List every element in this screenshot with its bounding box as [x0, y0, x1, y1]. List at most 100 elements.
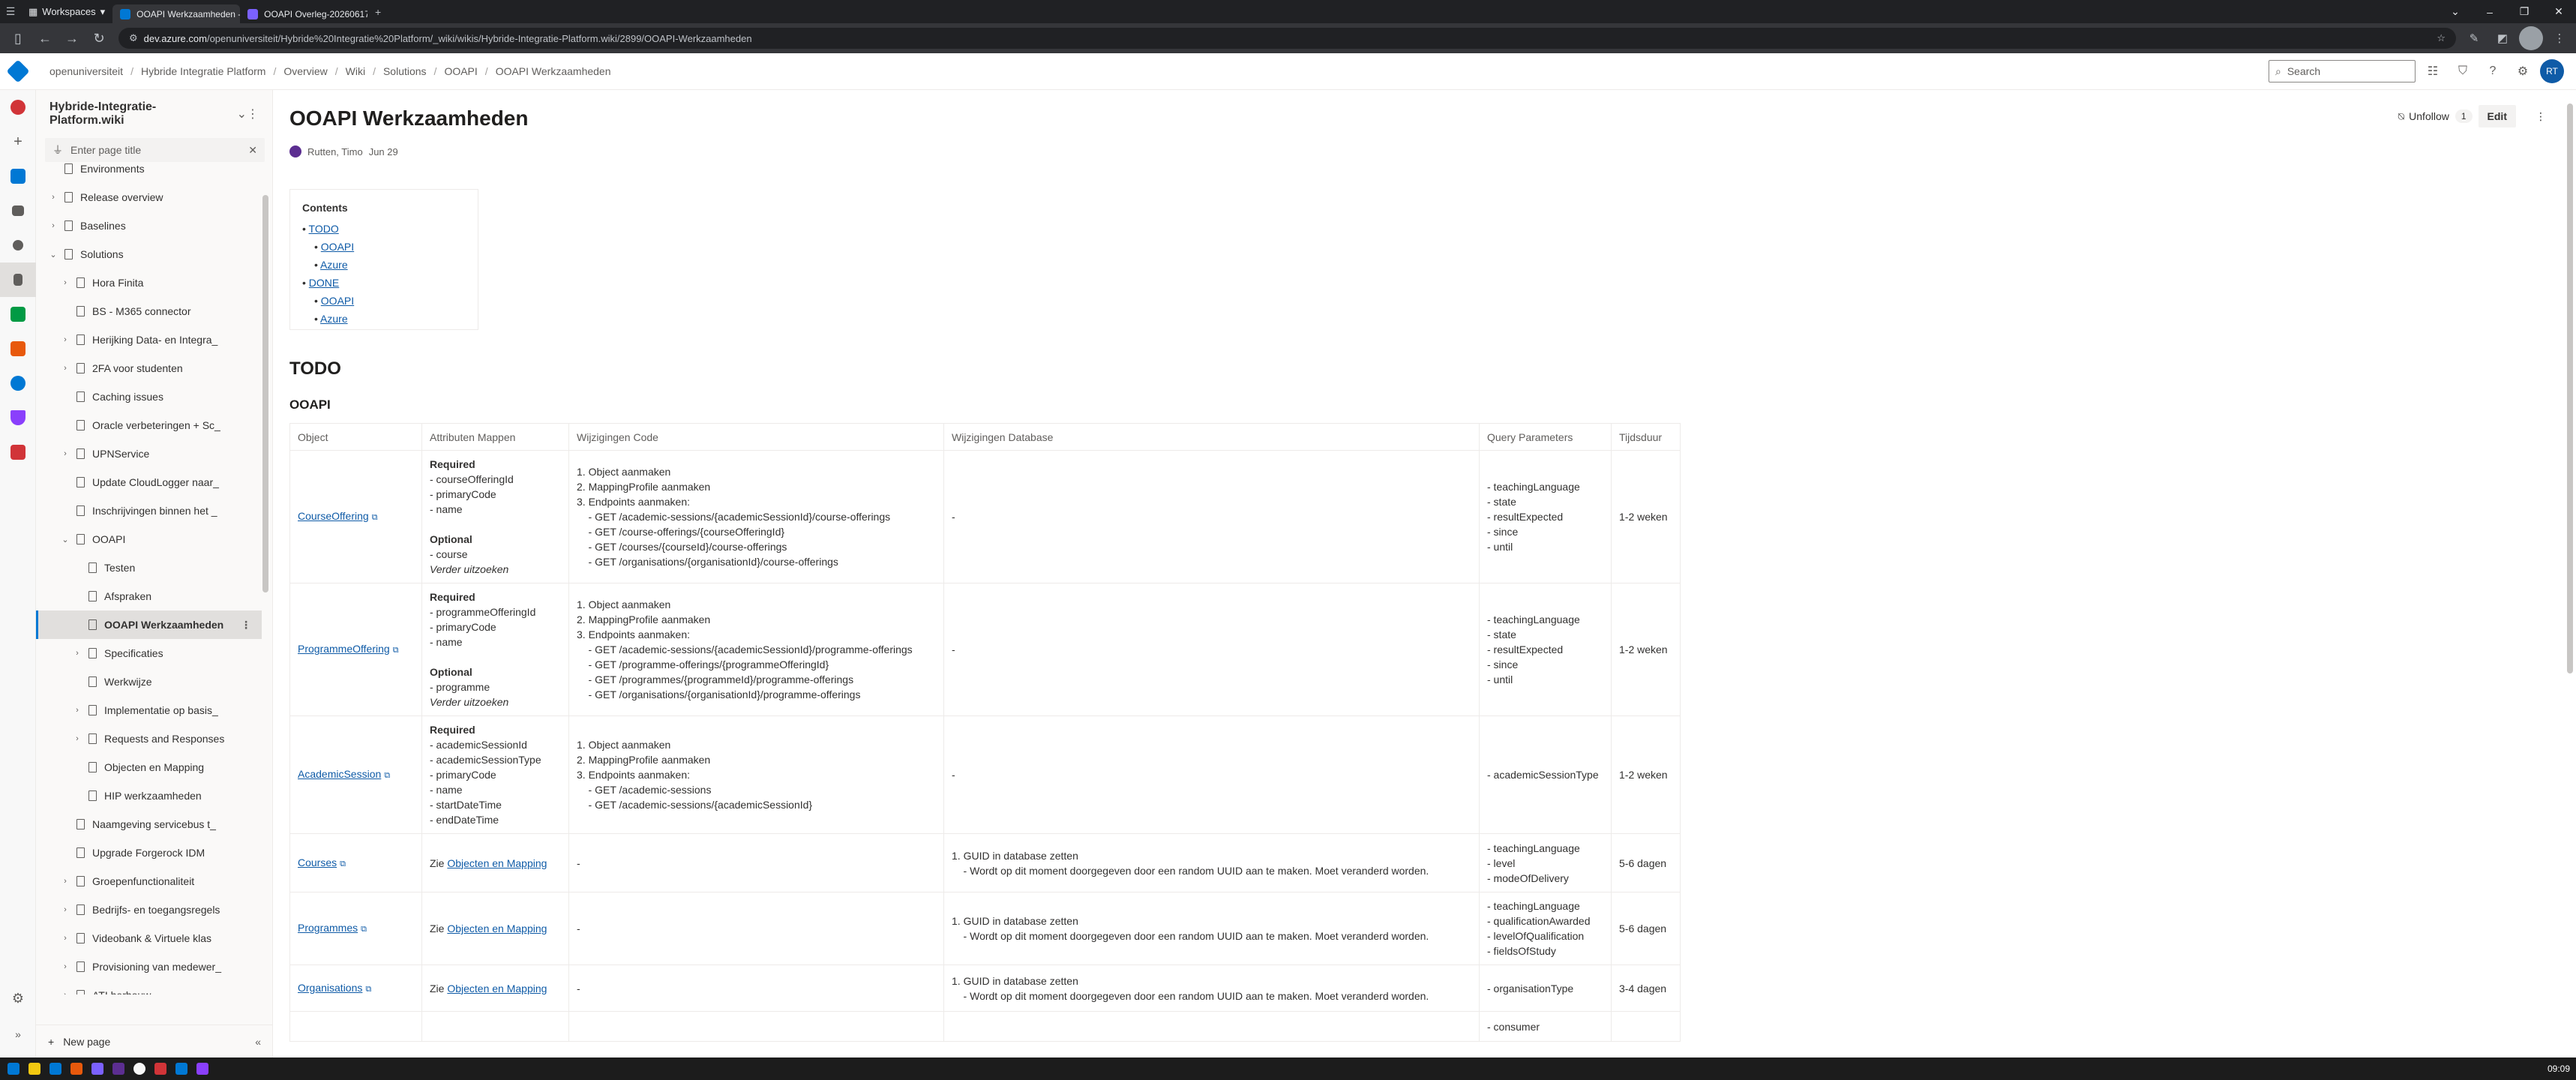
outlook-icon[interactable]: [49, 1063, 61, 1075]
file-explorer-icon[interactable]: [28, 1063, 40, 1075]
edit-pen-icon[interactable]: ✎: [2462, 26, 2486, 50]
breadcrumb-overview[interactable]: Overview: [276, 65, 334, 77]
wiki-tree-item[interactable]: Environments: [36, 154, 262, 183]
toc-link-done[interactable]: DONE: [309, 277, 339, 289]
unfollow-button[interactable]: ⍉ Unfollow: [2398, 110, 2449, 123]
url-field[interactable]: ⚙ dev.azure.com/openuniversiteit/Hybride…: [118, 28, 2456, 49]
wiki-tree-item[interactable]: › Hora Finita: [36, 268, 262, 297]
toc-link-done-azure[interactable]: Azure: [320, 313, 348, 325]
breadcrumb-wiki[interactable]: Wiki: [338, 65, 373, 77]
object-link[interactable]: ProgrammeOffering: [298, 643, 390, 655]
chevron-right-icon[interactable]: ›: [60, 991, 70, 994]
object-link[interactable]: Courses: [298, 856, 337, 868]
vivaldi-icon[interactable]: [154, 1063, 166, 1075]
help-icon[interactable]: ?: [2480, 58, 2506, 84]
wiki-tree-item[interactable]: ⌄ Solutions: [36, 240, 262, 268]
browser-tab-active[interactable]: OOAPI Werkzaamheden - ✕: [112, 4, 241, 23]
new-page-button[interactable]: + New page «: [36, 1024, 273, 1058]
bookmark-icon[interactable]: ☆: [2437, 32, 2446, 44]
work-items-icon[interactable]: ☷: [2420, 58, 2446, 84]
wiki-tree-item[interactable]: › ATI herbouw: [36, 981, 262, 994]
wiki-tree-item[interactable]: HIP werkzaamheden: [36, 782, 262, 810]
forward-icon[interactable]: →: [58, 26, 85, 50]
wiki-tree-item[interactable]: Oracle verbeteringen + Sc_: [36, 411, 262, 440]
user-settings-icon[interactable]: ⚙: [2510, 58, 2536, 84]
object-link[interactable]: Organisations: [298, 982, 362, 994]
breadcrumb-solutions[interactable]: Solutions: [376, 65, 434, 77]
more-options-icon[interactable]: ⋮: [241, 619, 251, 632]
breadcrumb-project[interactable]: Hybride Integratie Platform: [133, 65, 274, 77]
object-link[interactable]: Programmes: [298, 922, 358, 934]
wiki-tree-item[interactable]: › UPNService: [36, 440, 262, 468]
wiki-tree-item[interactable]: OOAPI Werkzaamheden ⋮: [36, 610, 262, 639]
breadcrumb-current-page[interactable]: OOAPI Werkzaamheden: [488, 65, 619, 77]
chevron-down-icon[interactable]: ⌄: [237, 106, 247, 122]
wiki-tree-item[interactable]: › Provisioning van medewer_: [36, 952, 262, 981]
site-info-icon[interactable]: ⚙: [129, 32, 138, 44]
dashboard-icon[interactable]: [0, 194, 36, 228]
objecten-en-mapping-link[interactable]: Objecten en Mapping: [447, 982, 547, 994]
chevron-right-icon[interactable]: ›: [60, 449, 70, 458]
wiki-tree-item[interactable]: › Specificaties: [36, 639, 262, 668]
toc-link-done-ooapi[interactable]: OOAPI: [321, 295, 354, 307]
wiki-tree-item[interactable]: Naamgeving servicebus t_: [36, 810, 262, 838]
wiki-tree-item[interactable]: › Release overview: [36, 183, 262, 212]
profile-avatar[interactable]: [2519, 26, 2543, 50]
project-settings-icon[interactable]: ⚙: [0, 981, 36, 1016]
vscode-icon[interactable]: [175, 1063, 187, 1075]
add-icon[interactable]: +: [0, 124, 36, 159]
search-input[interactable]: ⌕ Search: [2269, 60, 2416, 82]
teams-icon[interactable]: [91, 1063, 103, 1075]
close-window-icon[interactable]: ✕: [2542, 0, 2576, 23]
wiki-tree-item[interactable]: › 2FA voor studenten: [36, 354, 262, 382]
author-name[interactable]: Rutten, Timo: [307, 146, 363, 158]
chevron-right-icon[interactable]: ›: [60, 335, 70, 344]
artifacts-icon[interactable]: [0, 435, 36, 470]
chevron-right-icon[interactable]: ›: [48, 193, 58, 202]
objecten-en-mapping-link[interactable]: Objecten en Mapping: [447, 857, 547, 869]
chevron-right-icon[interactable]: ›: [72, 706, 82, 715]
wiki-tree-item[interactable]: Update CloudLogger naar_: [36, 468, 262, 496]
toc-link-todo-ooapi[interactable]: OOAPI: [321, 241, 354, 253]
maximize-icon[interactable]: ❐: [2507, 0, 2542, 23]
wiki-tree-item[interactable]: › Implementatie op basis_: [36, 696, 262, 724]
wiki-tree-item[interactable]: › Baselines: [36, 212, 262, 240]
marketplace-icon[interactable]: ⛉: [2450, 58, 2476, 84]
wiki-tree-item[interactable]: BS - M365 connector: [36, 297, 262, 326]
collapse-panel-icon[interactable]: «: [255, 1036, 261, 1048]
wiki-tree-item[interactable]: › Requests and Responses: [36, 724, 262, 753]
breadcrumb-ooapi[interactable]: OOAPI: [436, 65, 484, 77]
wiki-tree-item[interactable]: › Videobank & Virtuele klas: [36, 924, 262, 952]
tab-list-icon[interactable]: ⌄: [2438, 0, 2473, 23]
tree-scrollbar[interactable]: [262, 195, 268, 592]
wiki-icon[interactable]: [0, 262, 36, 297]
wiki-tree-item[interactable]: Testen: [36, 554, 262, 582]
pipelines-icon[interactable]: [0, 366, 36, 400]
objecten-en-mapping-link[interactable]: Objecten en Mapping: [447, 922, 547, 934]
breadcrumb-organization[interactable]: openuniversiteit: [42, 65, 130, 77]
user-avatar[interactable]: RT: [2540, 59, 2564, 83]
chevron-right-icon[interactable]: ›: [60, 278, 70, 287]
chevron-right-icon[interactable]: ›: [60, 934, 70, 943]
wiki-tree-item[interactable]: Afspraken: [36, 582, 262, 610]
chevron-right-icon[interactable]: ›: [60, 905, 70, 914]
more-options-icon[interactable]: ⋮: [247, 106, 259, 122]
app-icon[interactable]: [70, 1063, 82, 1075]
object-link[interactable]: CourseOffering: [298, 510, 369, 522]
chevron-right-icon[interactable]: ›: [72, 649, 82, 658]
minimize-icon[interactable]: –: [2473, 0, 2507, 23]
new-tab-icon[interactable]: +: [367, 0, 388, 23]
content-scrollbar[interactable]: [2567, 104, 2573, 674]
chevron-right-icon[interactable]: ›: [72, 734, 82, 743]
overview-icon[interactable]: [0, 159, 36, 194]
chevron-down-icon[interactable]: ⌄: [48, 250, 58, 260]
wiki-selector[interactable]: Hybride-Integratie-Platform.wiki ⌄ ⋮: [36, 90, 272, 138]
wiki-tree-item[interactable]: Werkwijze: [36, 668, 262, 696]
wiki-tree-item[interactable]: Objecten en Mapping: [36, 753, 262, 782]
wiki-tree-item[interactable]: Inschrijvingen binnen het _: [36, 496, 262, 525]
sidebar-toggle-icon[interactable]: ☰: [0, 0, 21, 23]
toc-link-todo-azure[interactable]: Azure: [320, 259, 348, 271]
workspaces-button[interactable]: ▦ Workspaces ▾: [21, 0, 112, 23]
test-plans-icon[interactable]: [0, 400, 36, 435]
edit-button[interactable]: Edit: [2478, 105, 2516, 128]
